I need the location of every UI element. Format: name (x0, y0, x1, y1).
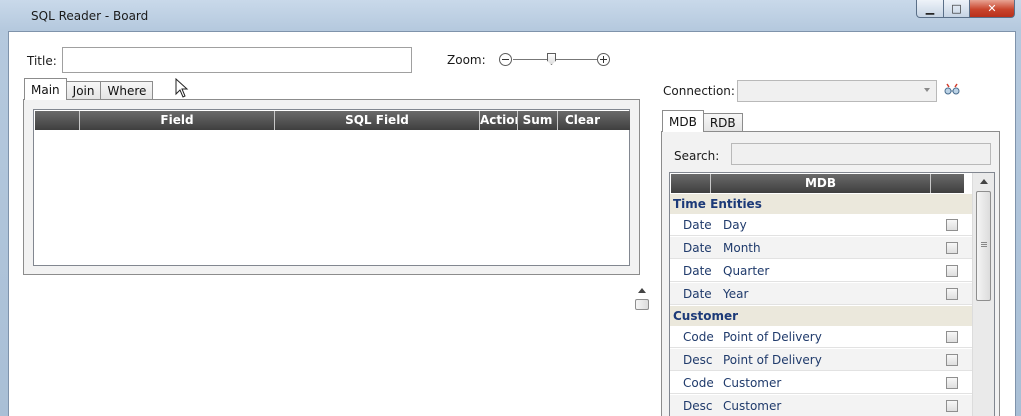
title-input[interactable] (62, 47, 412, 73)
field-grid[interactable]: Field SQL Field Action Sum Clear (33, 109, 630, 266)
item-name: Point of Delivery (723, 330, 822, 344)
item-name: Month (723, 241, 761, 255)
tab-where[interactable]: Where (100, 81, 154, 100)
column-header-select[interactable] (35, 111, 80, 130)
mdb-scroll-thumb[interactable] (976, 191, 991, 301)
zoom-slider-thumb[interactable] (547, 53, 556, 65)
item-checkbox[interactable] (946, 331, 958, 343)
item-name: Customer (723, 399, 782, 413)
tab-rdb[interactable]: RDB (702, 113, 743, 132)
item-type: Date (683, 218, 712, 232)
search-input[interactable] (731, 143, 991, 165)
maximize-button[interactable]: □ (944, 0, 970, 18)
mdb-list: MDB Time Entities Date Day Date Month Date… (669, 172, 995, 416)
search-label: Search: (674, 149, 720, 163)
item-name: Customer (723, 376, 782, 390)
column-header-field[interactable]: Field (80, 111, 275, 130)
list-item[interactable]: Code Point of Delivery (670, 326, 972, 348)
item-type: Desc (683, 399, 713, 413)
client-area: Title: Zoom: Connection: Main Join Where… (8, 31, 1016, 416)
item-name: Quarter (723, 264, 770, 278)
item-type: Code (683, 330, 714, 344)
left-tab-strip: Main Join Where (24, 78, 154, 100)
list-item[interactable]: Desc Point of Delivery (670, 349, 972, 371)
tab-mdb[interactable]: MDB (662, 110, 704, 132)
item-name: Year (723, 287, 749, 301)
column-header-action[interactable]: Action (480, 111, 518, 130)
close-button[interactable]: ✕ (970, 0, 1015, 18)
item-type: Date (683, 287, 712, 301)
mdb-column-type[interactable] (671, 174, 711, 193)
scroll-up-icon[interactable] (638, 288, 646, 293)
board-scrollbar[interactable] (634, 281, 650, 416)
close-icon: ✕ (987, 2, 997, 15)
tab-main[interactable]: Main (24, 78, 67, 100)
item-checkbox[interactable] (946, 354, 958, 366)
list-item[interactable]: Date Day (670, 214, 972, 236)
board-workspace[interactable] (23, 281, 634, 416)
zoom-in-button[interactable] (597, 53, 610, 66)
field-grid-header: Field SQL Field Action Sum Clear (35, 111, 630, 130)
item-type: Desc (683, 353, 713, 367)
board-scroll-thumb[interactable] (635, 299, 649, 310)
column-header-clear[interactable]: Clear (558, 111, 630, 130)
title-label: Title: (27, 54, 57, 68)
connection-label: Connection: (663, 84, 735, 98)
mdb-column-check[interactable] (931, 174, 964, 193)
app-window: SQL Reader - Board ▁ □ ✕ Title: Zoom: Co… (0, 0, 1021, 416)
mdb-list-scrollbar[interactable] (972, 173, 994, 416)
item-type: Date (683, 241, 712, 255)
item-type: Date (683, 264, 712, 278)
connect-icon (944, 83, 960, 95)
minimize-button[interactable]: ▁ (916, 0, 944, 18)
connect-button[interactable] (944, 82, 960, 98)
scroll-up-icon[interactable] (980, 179, 988, 184)
mdb-tab-panel: Search: MDB Time Entities Date Day Date Mo… (661, 131, 1000, 416)
item-checkbox[interactable] (946, 265, 958, 277)
minimize-icon: ▁ (925, 2, 935, 15)
list-item[interactable]: Date Month (670, 237, 972, 259)
zoom-out-button[interactable] (499, 53, 512, 66)
chevron-down-icon (924, 88, 930, 92)
maximize-icon: □ (951, 2, 962, 15)
connection-dropdown[interactable] (737, 80, 937, 102)
zoom-label: Zoom: (447, 53, 486, 67)
group-header-customer: Customer (670, 306, 972, 326)
item-checkbox[interactable] (946, 400, 958, 412)
mdb-column-header[interactable]: MDB (711, 174, 931, 193)
list-item[interactable]: Date Quarter (670, 260, 972, 282)
list-item[interactable]: Desc Customer (670, 395, 972, 416)
list-item[interactable]: Date Year (670, 283, 972, 305)
mdb-list-header: MDB (671, 174, 964, 193)
item-checkbox[interactable] (946, 219, 958, 231)
item-name: Day (723, 218, 747, 232)
item-type: Code (683, 376, 714, 390)
tab-join[interactable]: Join (65, 81, 102, 100)
list-item[interactable]: Code Customer (670, 372, 972, 394)
column-header-sum[interactable]: Sum (518, 111, 558, 130)
window-controls: ▁ □ ✕ (916, 0, 1015, 18)
item-checkbox[interactable] (946, 288, 958, 300)
item-name: Point of Delivery (723, 353, 822, 367)
main-tab-panel: Field SQL Field Action Sum Clear (23, 99, 640, 275)
item-checkbox[interactable] (946, 377, 958, 389)
window-title: SQL Reader - Board (31, 9, 149, 23)
column-header-sql-field[interactable]: SQL Field (275, 111, 480, 130)
title-bar: SQL Reader - Board ▁ □ ✕ (0, 0, 1021, 32)
group-header-time-entities: Time Entities (670, 194, 972, 214)
mouse-cursor-icon (175, 78, 189, 98)
right-tab-strip: MDB RDB (662, 110, 743, 132)
item-checkbox[interactable] (946, 242, 958, 254)
